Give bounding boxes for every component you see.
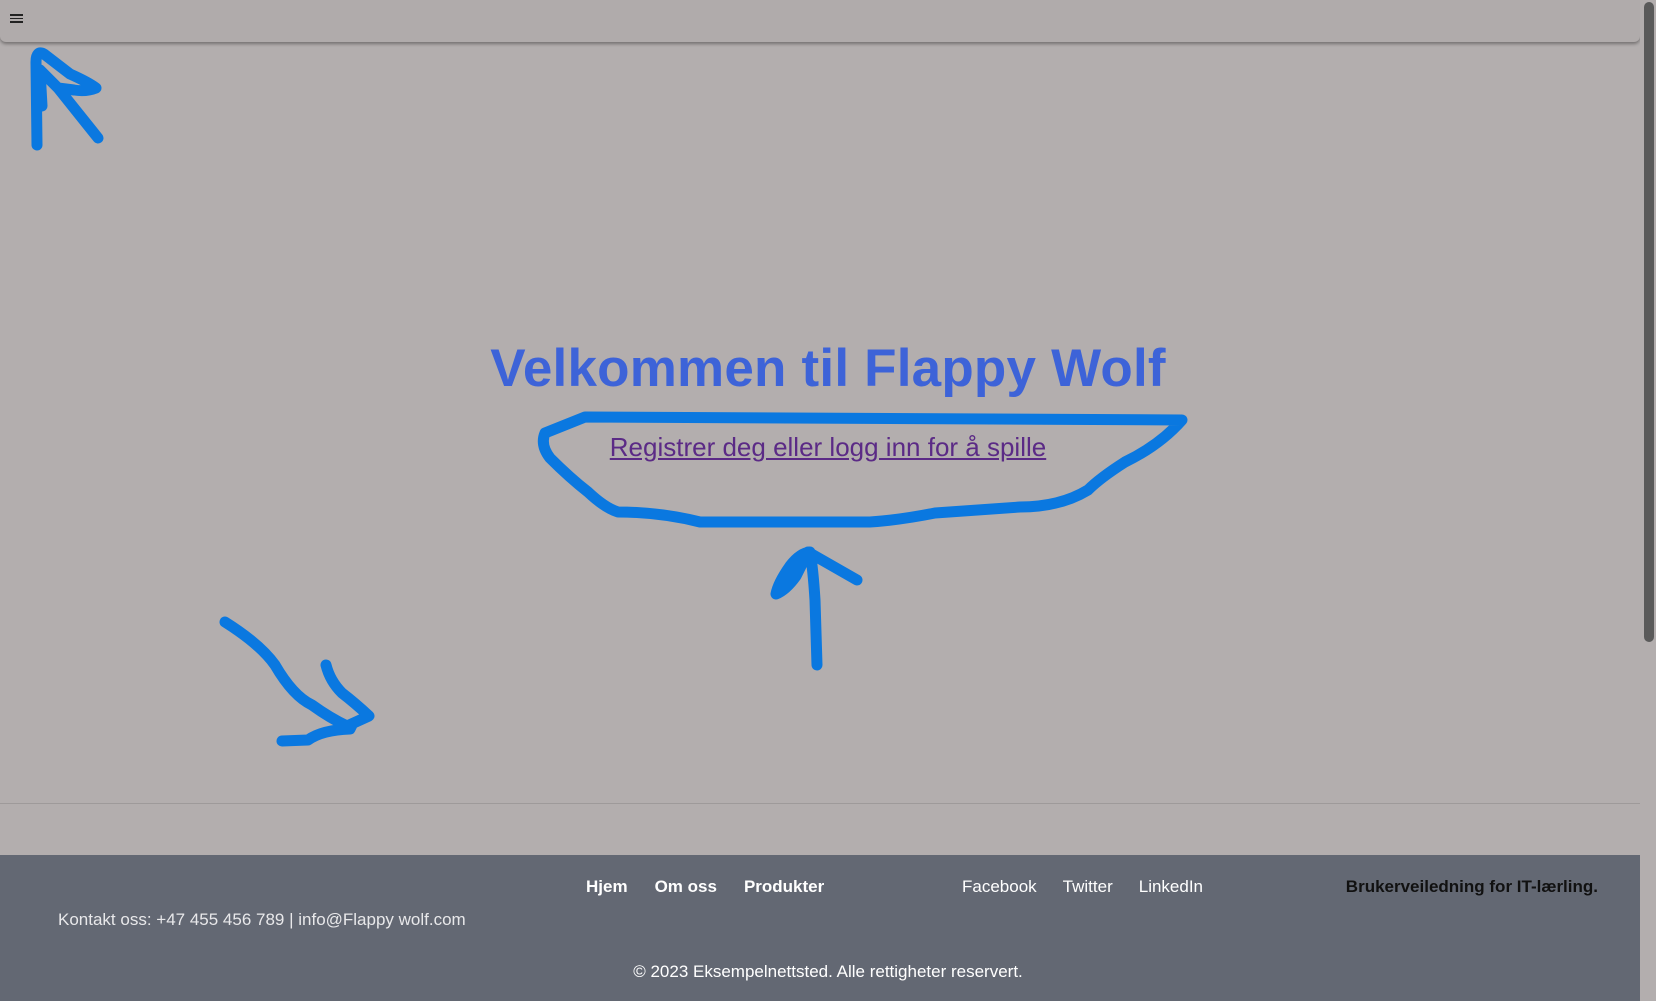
scrollbar[interactable] [1640, 0, 1656, 1001]
register-login-link[interactable]: Registrer deg eller logg inn for å spill… [610, 432, 1046, 462]
footer-link-twitter[interactable]: Twitter [1063, 877, 1113, 897]
footer-nav: Hjem Om oss Produkter [586, 877, 824, 897]
annotation-arrow-up [770, 546, 863, 671]
footer: Hjem Om oss Produkter Facebook Twitter L… [0, 855, 1656, 1001]
contact-info: Kontakt oss: +47 455 456 789 | info@Flap… [58, 910, 466, 929]
annotation-overlay [30, 47, 1188, 747]
page-title: Velkommen til Flappy Wolf [490, 339, 1166, 398]
user-guide-link[interactable]: Brukerveiledning for IT-lærling. [1346, 877, 1598, 897]
footer-social: Facebook Twitter LinkedIn [962, 877, 1203, 897]
footer-nav-hjem[interactable]: Hjem [586, 877, 628, 897]
divider [0, 803, 1656, 804]
page: Velkommen til Flappy Wolf Registrer deg … [0, 0, 1656, 1001]
annotation-arrow-bottom-left [219, 616, 375, 747]
footer-link-facebook[interactable]: Facebook [962, 877, 1037, 897]
top-bar [0, 0, 1640, 42]
footer-nav-om-oss[interactable]: Om oss [655, 877, 717, 897]
register-login-link-wrap: Registrer deg eller logg inn for å spill… [0, 432, 1656, 463]
annotation-arrow-top-left [30, 47, 104, 151]
hamburger-menu-icon[interactable] [10, 12, 28, 28]
copyright: © 2023 Eksempelnettsted. Alle rettighete… [633, 962, 1023, 981]
footer-nav-produkter[interactable]: Produkter [744, 877, 824, 897]
footer-link-linkedin[interactable]: LinkedIn [1139, 877, 1203, 897]
scrollbar-thumb[interactable] [1644, 2, 1654, 642]
